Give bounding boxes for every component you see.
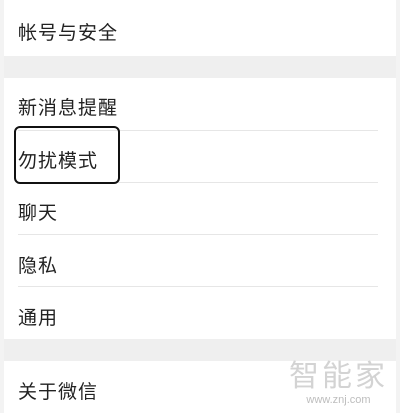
settings-item-new-message-alerts[interactable]: 新消息提醒: [4, 78, 396, 130]
settings-item-label: 通用: [18, 307, 59, 329]
settings-item-label: 勿扰模式: [18, 150, 99, 172]
settings-item-label: 关于微信: [18, 381, 99, 403]
group-separator: [4, 339, 396, 361]
settings-item-chat[interactable]: 聊天: [4, 183, 396, 234]
settings-item-label: 聊天: [18, 202, 59, 224]
settings-item-privacy[interactable]: 隐私: [4, 235, 396, 286]
settings-item-general[interactable]: 通用: [4, 287, 396, 339]
settings-item-label: 新消息提醒: [18, 97, 119, 119]
settings-item-label: 帐号与安全: [18, 22, 119, 44]
group-separator: [4, 56, 396, 78]
settings-item-label: 隐私: [18, 255, 59, 277]
settings-item-about-wechat[interactable]: 关于微信: [4, 361, 396, 413]
settings-item-account-security[interactable]: 帐号与安全: [4, 0, 396, 56]
settings-screen: 帐号与安全 新消息提醒 勿扰模式 聊天 隐私 通用 关于微信 智能家 www.z…: [0, 0, 400, 413]
settings-item-do-not-disturb[interactable]: 勿扰模式: [4, 131, 396, 182]
right-edge: [396, 0, 400, 413]
